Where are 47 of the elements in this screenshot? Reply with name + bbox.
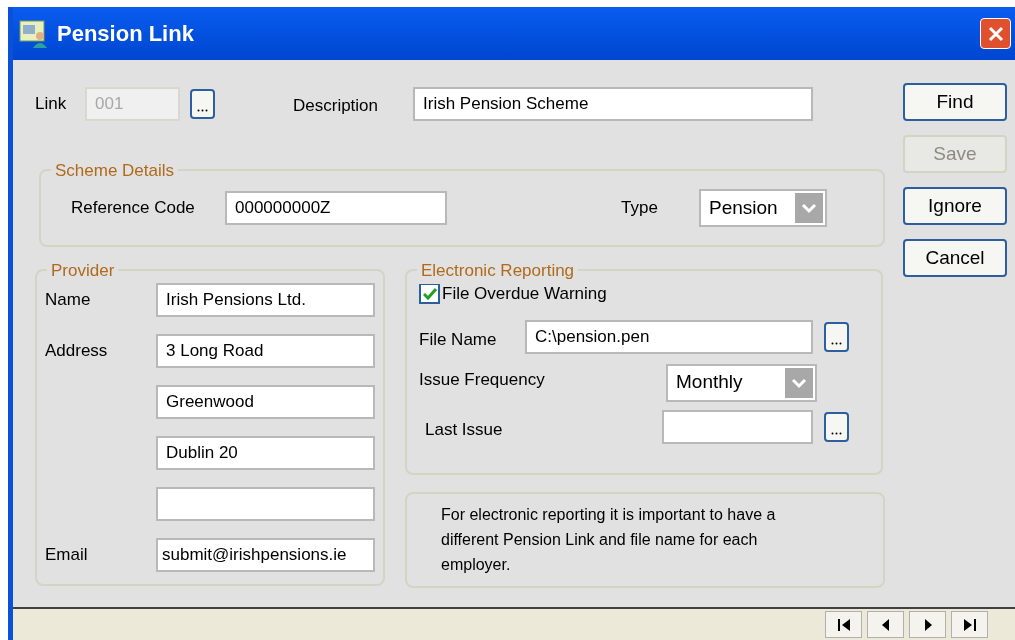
field-label: Reference Code bbox=[71, 197, 196, 220]
dropdown[interactable]: Monthly bbox=[666, 363, 817, 402]
file-name-field[interactable]: C:\pension.pen bbox=[525, 319, 813, 354]
browse-button[interactable] bbox=[824, 321, 849, 352]
address-field[interactable]: Greenwood bbox=[156, 385, 375, 419]
address-field[interactable]: 3 Long Road bbox=[156, 334, 375, 368]
dropdown[interactable]: Pension bbox=[699, 189, 827, 227]
browse-button[interactable] bbox=[190, 89, 215, 119]
skip-back-icon bbox=[836, 618, 851, 631]
close-icon bbox=[987, 25, 1004, 42]
dialog-button[interactable]: Cancel bbox=[903, 239, 1007, 277]
field-label: Issue Frequency bbox=[419, 368, 546, 391]
window-title: Pension Link bbox=[57, 20, 194, 48]
field-label: Description bbox=[293, 94, 380, 117]
description-field[interactable]: Irish Pension Scheme bbox=[413, 87, 813, 121]
field-label: Link bbox=[35, 93, 68, 116]
field-label: Name bbox=[45, 289, 92, 312]
chevron-down-icon bbox=[785, 367, 813, 398]
check-icon bbox=[422, 287, 437, 300]
next-record-button[interactable] bbox=[909, 611, 946, 638]
address-field[interactable] bbox=[156, 487, 375, 521]
close-button[interactable] bbox=[980, 18, 1011, 49]
field-label: File Overdue Warning bbox=[442, 283, 607, 305]
skip-forward-icon bbox=[962, 618, 977, 631]
field-label: Address bbox=[45, 341, 108, 361]
address-field[interactable]: Dublin 20 bbox=[156, 436, 375, 470]
last-record-button[interactable] bbox=[951, 611, 988, 638]
last-issue-field[interactable] bbox=[662, 409, 813, 444]
ellipsis-icon bbox=[197, 109, 208, 112]
field-label: Email bbox=[45, 544, 89, 567]
reference-code-field[interactable]: 000000000Z bbox=[225, 191, 447, 225]
note-text: For electronic reporting it is important to have a different Pension Link and file name for each employer. bbox=[441, 505, 777, 575]
field-label: Type bbox=[621, 197, 659, 220]
ellipsis-icon bbox=[831, 431, 842, 435]
previous-record-button[interactable] bbox=[867, 611, 904, 638]
email-field[interactable]: submit@irishpensions.ie bbox=[156, 538, 375, 572]
chevron-down-icon bbox=[795, 193, 823, 223]
name-field[interactable]: Irish Pensions Ltd. bbox=[156, 283, 375, 317]
dialog-button[interactable]: Ignore bbox=[903, 187, 1007, 225]
dialog-button[interactable]: Find bbox=[903, 83, 1007, 121]
field-label: Last Issue bbox=[424, 418, 504, 441]
field-label: File Name bbox=[419, 328, 498, 351]
first-record-button[interactable] bbox=[825, 611, 862, 638]
calendar-person-icon bbox=[19, 18, 49, 49]
browse-button[interactable] bbox=[824, 411, 849, 442]
checkbox[interactable] bbox=[419, 283, 440, 305]
ellipsis-icon bbox=[831, 341, 842, 345]
